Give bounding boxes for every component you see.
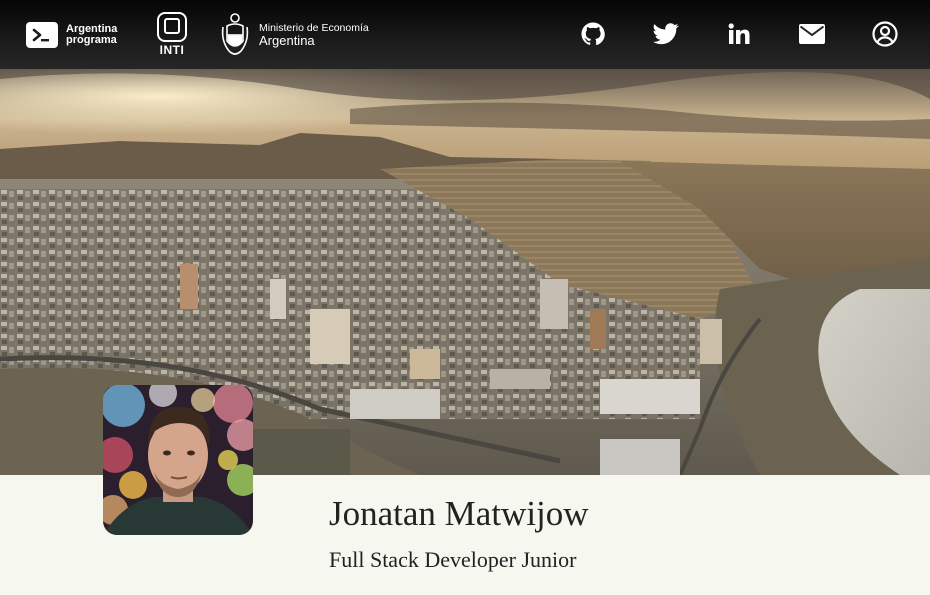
argentina-programa-line2: programa (66, 33, 117, 46)
mail-icon (799, 24, 825, 44)
top-navbar: Argentina programa INTI Ministerio de Ec… (0, 0, 930, 69)
terminal-icon (26, 21, 58, 48)
coat-of-arms-icon (221, 12, 249, 55)
mail-link[interactable] (795, 17, 829, 51)
twitter-link[interactable] (649, 17, 683, 51)
github-link[interactable] (576, 17, 610, 51)
user-account-link[interactable] (868, 17, 902, 51)
user-circle-icon (872, 21, 898, 47)
inti-logo[interactable]: INTI (156, 0, 188, 69)
linkedin-link[interactable] (722, 17, 756, 51)
profile-name: Jonatan Matwijow (329, 494, 589, 533)
github-icon (581, 22, 605, 46)
inti-label: INTI (159, 43, 185, 57)
ministerio-line1: Ministerio de Economía (259, 21, 369, 34)
inti-square-icon (157, 12, 187, 42)
linkedin-icon (728, 23, 750, 44)
twitter-icon (653, 23, 679, 45)
ministerio-logo[interactable]: Ministerio de Economía Argentina (219, 0, 369, 69)
ministerio-line2: Argentina (259, 32, 315, 48)
argentina-programa-line1: Argentina (66, 22, 118, 35)
argentina-programa-logo[interactable]: Argentina programa (26, 0, 117, 69)
profile-title: Full Stack Developer Junior (329, 547, 577, 572)
profile-avatar (103, 385, 253, 535)
